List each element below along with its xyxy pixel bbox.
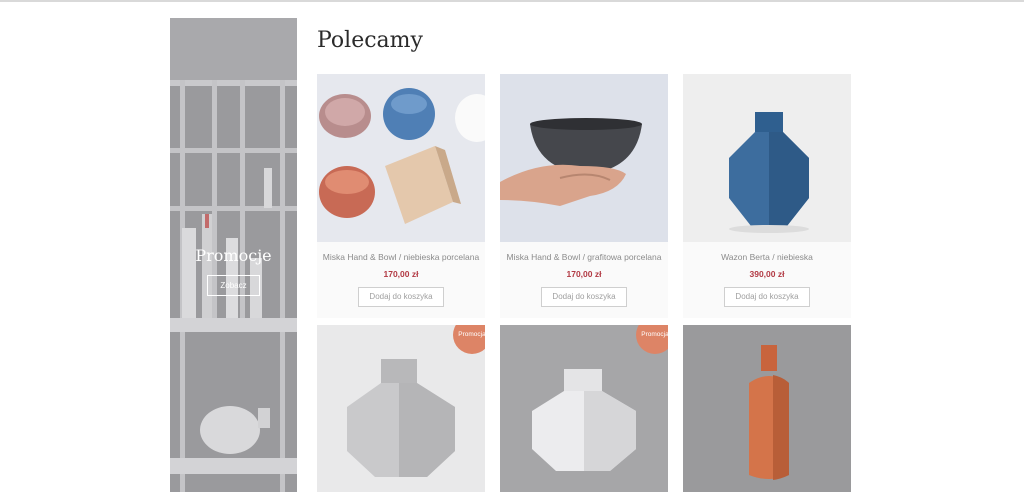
product-name[interactable]: Miska Hand & Bowl / niebieska porcelana — [317, 252, 485, 262]
add-to-cart-button[interactable]: Dodaj do koszyka — [724, 287, 810, 307]
top-divider — [0, 0, 1024, 2]
product-image[interactable] — [683, 74, 851, 242]
product-card[interactable]: Promocja — [500, 325, 668, 492]
product-image[interactable]: Promocja — [500, 325, 668, 492]
product-card[interactable] — [683, 325, 851, 492]
section-title: Polecamy — [317, 28, 423, 53]
product-card[interactable]: Miska Hand & Bowl / grafitowa porcelana … — [500, 74, 668, 318]
product-price: 170,00 zł — [566, 269, 602, 279]
product-image[interactable] — [500, 74, 668, 242]
product-name[interactable]: Wazon Berta / niebieska — [683, 252, 851, 262]
promo-banner[interactable]: Promocje Zobacz — [170, 18, 297, 492]
product-price: 170,00 zł — [383, 269, 419, 279]
product-image[interactable] — [683, 325, 851, 492]
product-image[interactable] — [317, 74, 485, 242]
product-image[interactable]: Promocja — [317, 325, 485, 492]
product-card[interactable]: Wazon Berta / niebieska 390,00 zł Dodaj … — [683, 74, 851, 318]
promo-title: Promocje — [195, 246, 272, 265]
product-name[interactable]: Miska Hand & Bowl / grafitowa porcelana — [500, 252, 668, 262]
add-to-cart-button[interactable]: Dodaj do koszyka — [541, 287, 627, 307]
add-to-cart-button[interactable]: Dodaj do koszyka — [358, 287, 444, 307]
product-card[interactable]: Promocja — [317, 325, 485, 492]
product-card[interactable]: Miska Hand & Bowl / niebieska porcelana … — [317, 74, 485, 318]
product-price: 390,00 zł — [749, 269, 785, 279]
promo-see-button[interactable]: Zobacz — [207, 275, 260, 296]
